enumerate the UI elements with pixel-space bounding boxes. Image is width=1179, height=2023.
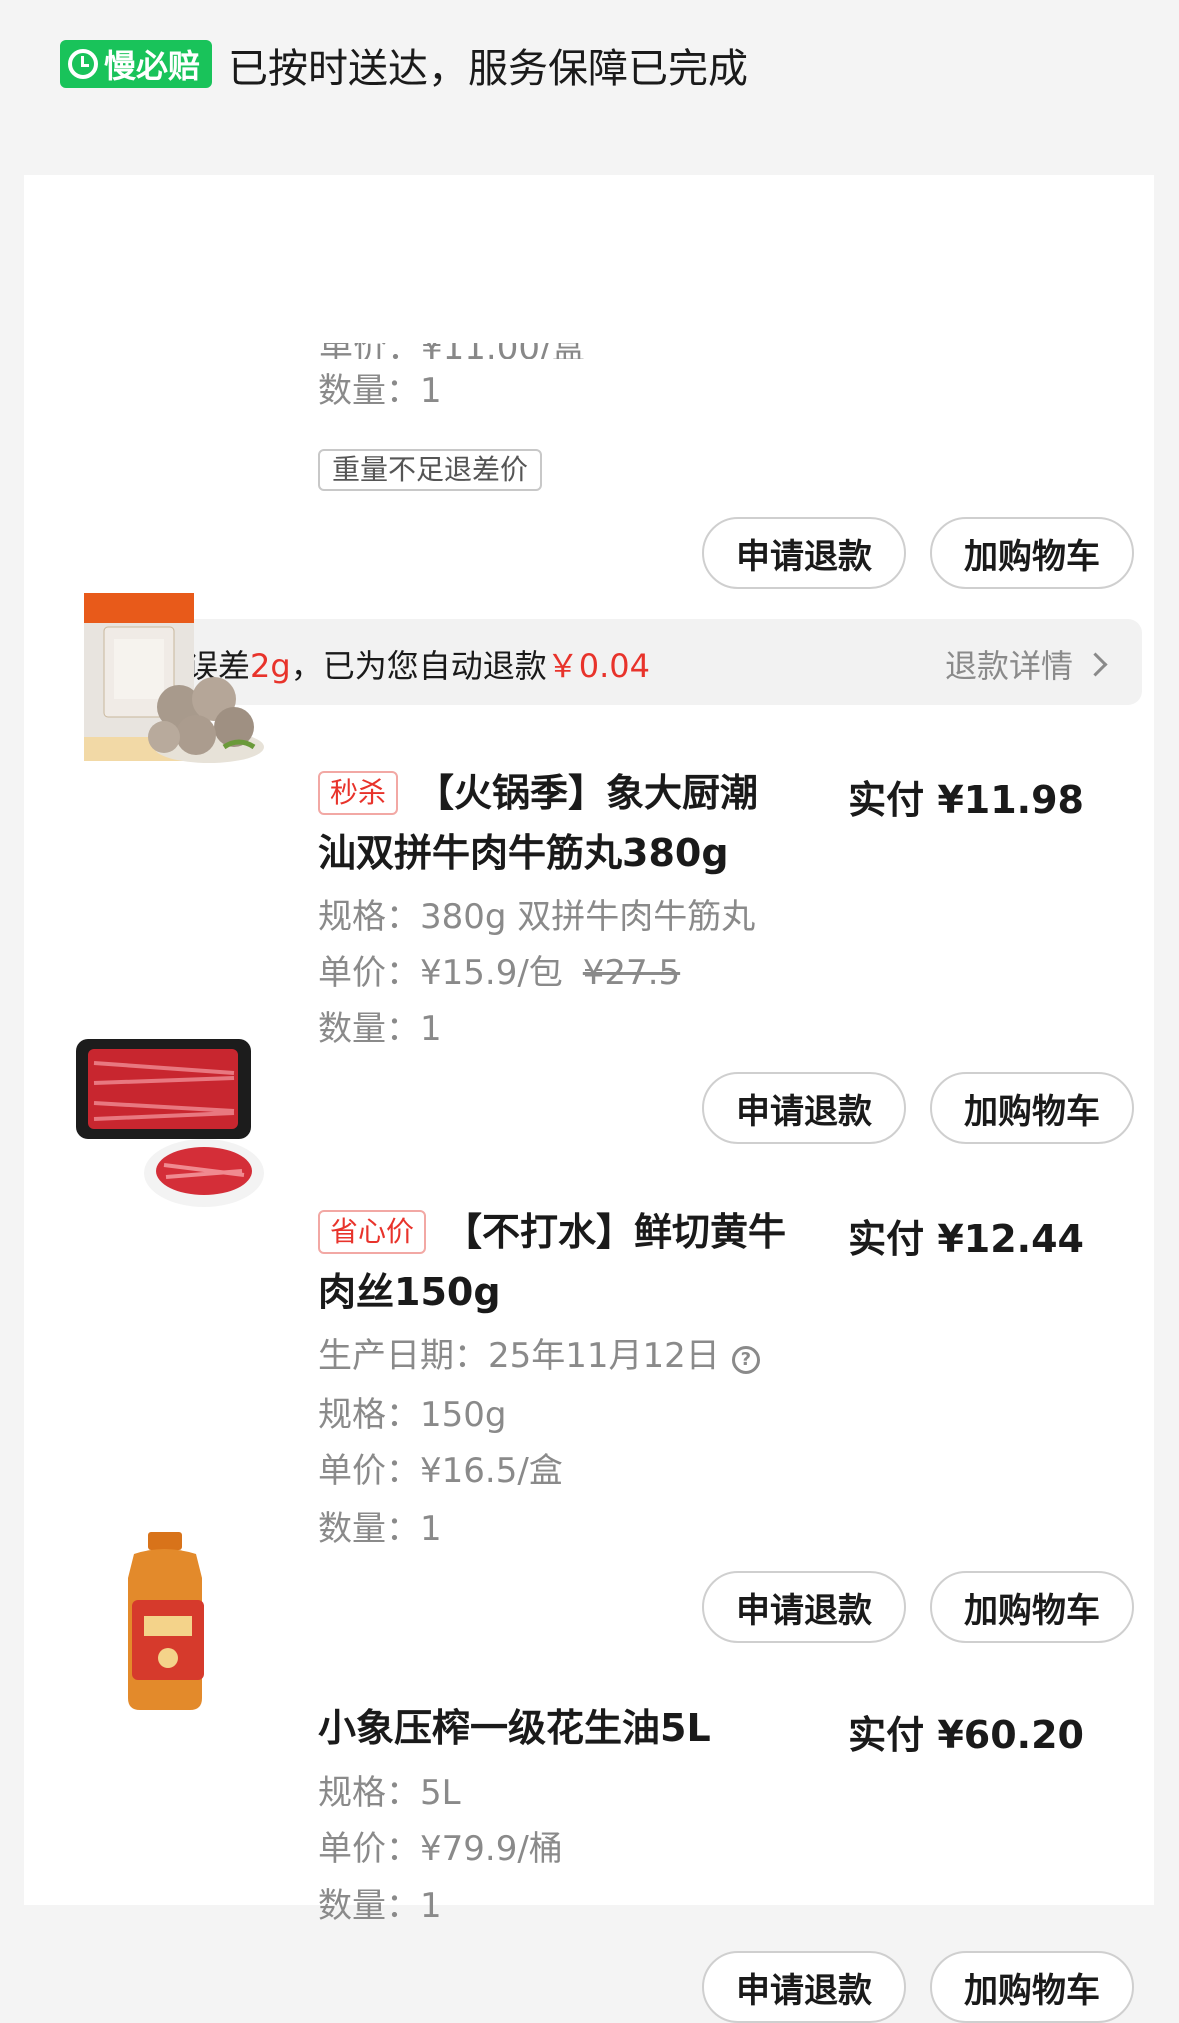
cut-off-unit-price: 单价：¥11.00/盒 — [319, 343, 589, 359]
amount-paid: 实付 ¥11.98 — [848, 778, 1084, 822]
spec-value: 150g — [420, 1395, 507, 1435]
chevron-right-icon — [1083, 652, 1108, 677]
apply-refund-button[interactable]: 申请退款 — [702, 517, 906, 589]
production-date: 生产日期：25年11月12日? — [318, 1328, 760, 1377]
add-to-cart-button[interactable]: 加购物车 — [930, 1951, 1134, 2023]
sliced-beef-tray-image[interactable] — [74, 1033, 264, 1217]
quantity-label: 数量： — [318, 1886, 420, 1926]
price-value: ¥79.9/桶 — [420, 1829, 563, 1869]
flash-sale-tag: 秒杀 — [318, 771, 399, 815]
price-label: 单价： — [318, 1451, 420, 1491]
apply-refund-button[interactable]: 申请退款 — [702, 1072, 906, 1144]
product-quantity: 数量：1 — [318, 1001, 442, 1050]
product-title-text: 小象压榨一级花生油5L — [318, 1706, 711, 1750]
quantity-value: 1 — [420, 371, 442, 411]
add-to-cart-button[interactable]: 加购物车 — [930, 1571, 1134, 1643]
product-spec: 规格：380g 双拼牛肉牛筋丸 — [318, 889, 755, 938]
refund-amount: ￥0.04 — [546, 647, 650, 685]
quantity-value: 1 — [420, 1509, 442, 1549]
quantity-value: 1 — [420, 1009, 442, 1049]
amount-paid: 实付 ¥12.44 — [848, 1217, 1084, 1261]
item0-quantity: 数量：1 — [318, 363, 442, 412]
refund-middle: ，已为您自动退款 — [290, 647, 547, 685]
guarantee-badge-label: 慢必赔 — [104, 47, 201, 85]
status-header: 慢必赔 已按时送达，服务保障已完成 — [0, 0, 1179, 175]
price-label: 单价： — [318, 1829, 420, 1869]
apply-refund-button[interactable]: 申请退款 — [702, 1951, 906, 2023]
product-title[interactable]: 省心价 【不打水】鲜切黄牛肉丝150g — [318, 1202, 788, 1322]
peanut-oil-bottle-image[interactable] — [114, 1530, 224, 1719]
refund-details-label: 退款详情 — [944, 647, 1073, 685]
price-label: 单价： — [318, 953, 420, 993]
product-title[interactable]: 小象压榨一级花生油5L — [318, 1698, 818, 1758]
value-price-tag: 省心价 — [318, 1210, 427, 1254]
spec-label: 规格： — [318, 1773, 420, 1813]
quantity-label: 数量： — [318, 1509, 420, 1549]
spec-label: 规格： — [318, 897, 420, 937]
guarantee-badge[interactable]: 慢必赔 — [60, 40, 212, 88]
unit-price: 单价：¥16.5/盒 — [318, 1443, 563, 1492]
beef-balls-package-image[interactable] — [74, 587, 264, 781]
quantity-label: 数量： — [318, 1009, 420, 1049]
quantity-label: 数量： — [318, 371, 420, 411]
quantity-value: 1 — [420, 1886, 442, 1926]
add-to-cart-button[interactable]: 加购物车 — [930, 517, 1134, 589]
spec-label: 规格： — [318, 1395, 420, 1435]
order-items-card: 单价：¥11.00/盒 数量：1 重量不足退差价 申请退款 加购物车 重量误差2… — [24, 175, 1154, 2023]
apply-refund-button[interactable]: 申请退款 — [702, 1571, 906, 1643]
product-spec: 规格：150g — [318, 1387, 506, 1436]
refund-details-link[interactable]: 退款详情 — [944, 641, 1108, 687]
delivery-status-text: 已按时送达，服务保障已完成 — [228, 46, 748, 92]
product-title[interactable]: 秒杀 【火锅季】象大厨潮汕双拼牛肉牛筋丸380g — [318, 763, 788, 883]
date-label: 生产日期： — [318, 1336, 488, 1376]
unit-price: 单价：¥15.9/包 ¥27.5 — [318, 945, 680, 994]
help-icon[interactable]: ? — [731, 1346, 760, 1374]
price-value: ¥16.5/盒 — [420, 1451, 563, 1491]
add-to-cart-button[interactable]: 加购物车 — [930, 1072, 1134, 1144]
product-quantity: 数量：1 — [318, 1878, 442, 1927]
weight-shortage-tag: 重量不足退差价 — [318, 449, 543, 491]
date-value: 25年11月12日 — [488, 1336, 720, 1376]
amount-paid: 实付 ¥60.20 — [848, 1713, 1084, 1757]
clock-icon — [68, 49, 98, 79]
product-spec: 规格：5L — [318, 1765, 461, 1814]
spec-value: 380g 双拼牛肉牛筋丸 — [420, 897, 756, 937]
unit-price: 单价：¥79.9/桶 — [318, 1821, 563, 1870]
price-value: ¥15.9/包 — [420, 953, 563, 993]
product-quantity: 数量：1 — [318, 1501, 442, 1550]
original-price: ¥27.5 — [582, 953, 681, 993]
spec-value: 5L — [420, 1773, 461, 1813]
